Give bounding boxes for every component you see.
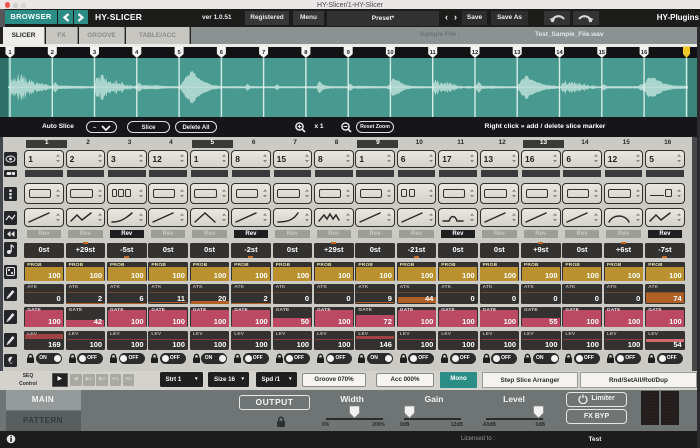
svg-text:16: 16 [641, 50, 648, 56]
svg-text:14: 14 [556, 50, 563, 56]
svg-text:2: 2 [51, 50, 54, 56]
svg-text:12: 12 [472, 50, 478, 56]
svg-text:7: 7 [262, 50, 265, 56]
svg-text:15: 15 [599, 50, 606, 56]
svg-text:10: 10 [387, 50, 393, 56]
svg-text:13: 13 [514, 50, 521, 56]
svg-text:11: 11 [430, 50, 437, 56]
